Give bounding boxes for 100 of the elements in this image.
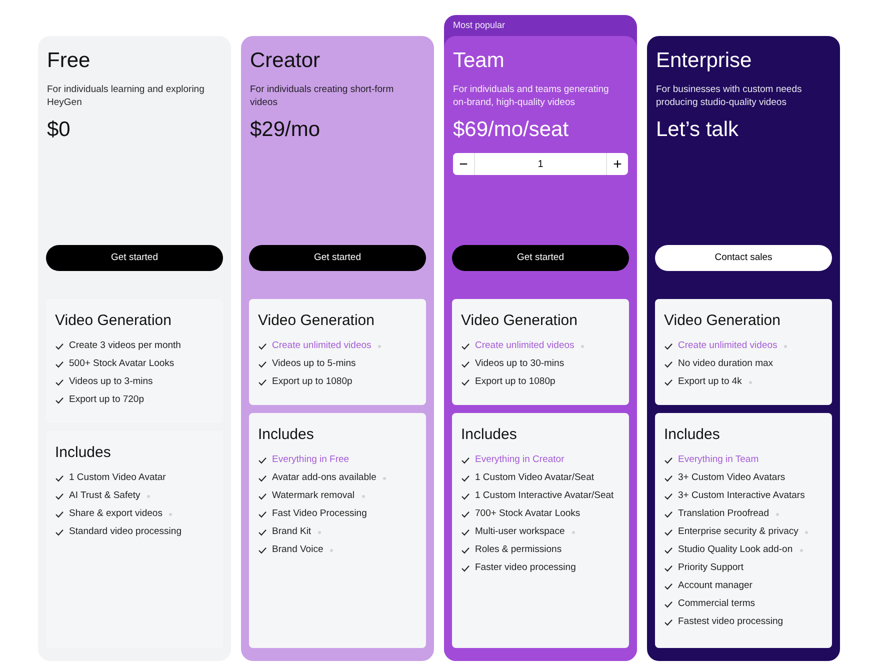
plan-price: $0 [47,117,72,143]
feature-text: Everything in Team [678,452,759,467]
feature-text: Create unlimited videos [475,338,574,353]
check-icon [664,510,673,518]
check-icon [461,528,470,536]
section-heading: Includes [664,425,721,445]
seat-stepper[interactable]: − 1 + [453,153,628,175]
check-icon [461,474,470,482]
plan-description: For individuals learning and exploring HeyGen [47,83,206,109]
feature-text: 1 Custom Video Avatar/Seat [475,470,594,485]
feature-text: Videos up to 5-mins [272,356,356,371]
check-icon [258,474,267,482]
section-heading: Includes [55,443,112,463]
check-icon [258,510,267,518]
check-icon [461,360,470,368]
plan-description: For businesses with custom needs producing studio-quality videos [656,83,803,109]
feature-text: Watermark removal [272,488,355,503]
check-icon [258,456,267,464]
check-icon [664,618,673,626]
feature-text: Multi-user workspace [475,524,565,539]
plan-price: $69/mo/seat [453,117,570,143]
plan-description: For individuals creating short-form videos [250,83,395,109]
check-icon [664,546,673,554]
check-icon [55,510,64,518]
check-icon [664,582,673,590]
contact-sales-button[interactable]: Contact sales [655,245,832,271]
section-heading: Video Generation [258,311,376,331]
check-icon [664,528,673,536]
check-icon [55,396,64,404]
plan-price: $29/mo [250,117,322,143]
check-icon [664,492,673,500]
feature-text: Create unlimited videos [272,338,372,353]
check-icon [258,528,267,536]
section-heading: Video Generation [664,311,782,331]
check-icon [258,342,267,350]
feature-text: Videos up to 30-mins [475,356,564,371]
feature-text: Standard video processing [69,524,182,539]
feature-text: Create unlimited videos [678,338,778,353]
check-icon [461,564,470,572]
check-icon [461,546,470,554]
most-popular-label: Most popular [452,19,506,32]
section-heading: Includes [461,425,518,445]
feature-text: Export up to 720p [69,392,144,407]
feature-text: Everything in Free [272,452,350,467]
plan-description: For individuals and teams generating on-brand, high-quality videos [453,83,610,109]
feature-text: Export up to 1080p [475,374,556,389]
check-icon [55,342,64,350]
feature-text: Export up to 4k [678,374,742,389]
feature-text: 700+ Stock Avatar Looks [475,506,580,521]
check-icon [664,564,673,572]
plan-name: Creator [250,48,322,74]
plan-name: Free [47,48,92,74]
check-icon [664,600,673,608]
feature-text: Faster video processing [475,560,576,575]
get-started-button[interactable]: Get started [46,245,223,271]
feature-text: Fastest video processing [678,614,784,629]
feature-text: 1 Custom Video Avatar [69,470,166,485]
feature-text: AI Trust & Safety [69,488,140,503]
feature-text: Brand Kit [272,524,312,539]
plan-name: Enterprise [656,48,753,74]
check-icon [55,528,64,536]
check-icon [461,492,470,500]
feature-text: Everything in Creator [475,452,564,467]
check-icon [461,378,470,386]
increase-button[interactable]: + [606,153,628,175]
feature-text: Roles & permissions [475,542,562,557]
feature-text: Priority Support [678,560,744,575]
feature-text: Export up to 1080p [272,374,352,389]
feature-text: Videos up to 3-mins [69,374,153,389]
feature-text: Translation Proofread [678,506,770,521]
feature-text: Fast Video Processing [272,506,367,521]
check-icon [55,360,64,368]
plan-price: Let’s talk [656,117,740,143]
feature-text: 1 Custom Interactive Avatar/Seat [475,488,614,503]
get-started-button[interactable]: Get started [249,245,426,271]
feature-text: Enterprise security & privacy [678,524,798,539]
get-started-button[interactable]: Get started [452,245,629,271]
feature-text: Commercial terms [678,596,756,611]
decrease-button[interactable]: − [453,153,475,175]
check-icon [55,492,64,500]
feature-text: 500+ Stock Avatar Looks [69,356,174,371]
check-icon [258,360,267,368]
feature-text: Studio Quality Look add-on [678,542,793,557]
feature-text: Create 3 videos per month [69,338,181,353]
check-icon [258,492,267,500]
check-icon [664,342,673,350]
check-icon [55,378,64,386]
section-heading: Includes [258,425,315,445]
feature-text: Account manager [678,578,752,593]
check-icon [664,474,673,482]
plan-name: Team [453,48,506,74]
section-heading: Video Generation [461,311,578,331]
feature-text: Avatar add-ons available [272,470,376,485]
check-icon [664,360,673,368]
feature-text: Brand Voice [272,542,324,557]
check-icon [461,342,470,350]
check-icon [55,474,64,482]
check-icon [664,456,673,464]
feature-text: No video duration max [678,356,774,371]
feature-text: Share & export videos [69,506,162,521]
